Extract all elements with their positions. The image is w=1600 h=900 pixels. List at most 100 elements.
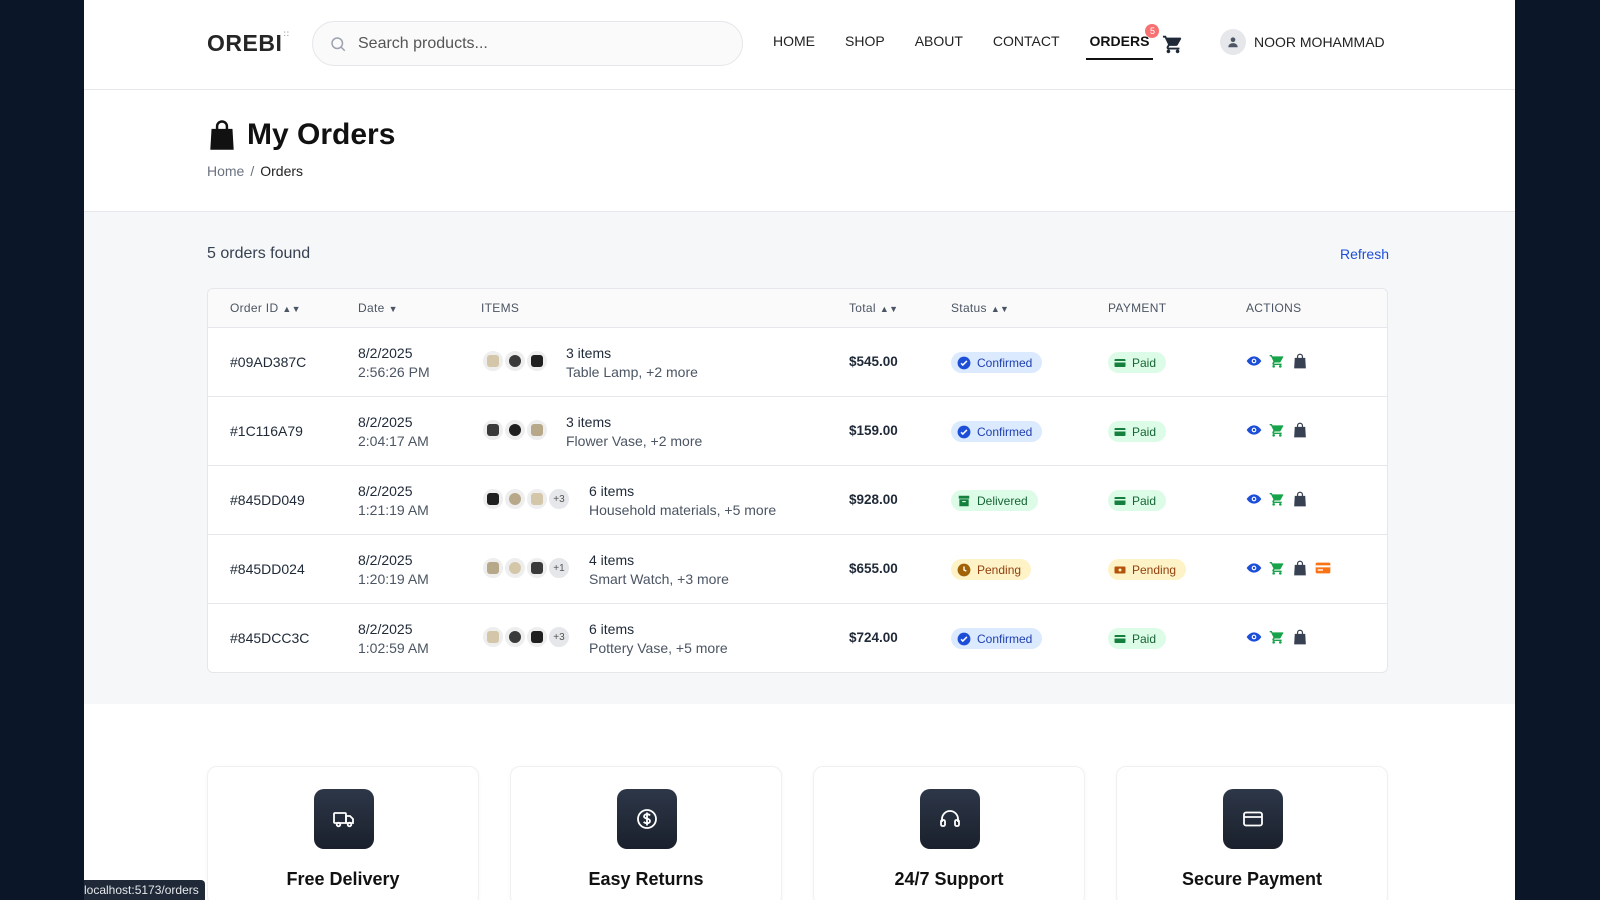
col-date[interactable]: Date ▼ xyxy=(358,301,398,315)
items-info: 6 items Household materials, +5 more xyxy=(589,482,776,520)
credit-card-icon xyxy=(1223,789,1283,849)
product-image xyxy=(531,355,543,367)
view-icon[interactable] xyxy=(1246,560,1262,576)
bag-icon[interactable] xyxy=(1292,422,1308,438)
search-input[interactable] xyxy=(358,30,728,58)
reorder-cart-icon[interactable] xyxy=(1269,422,1285,438)
user-name: NOOR MOHAMMAD xyxy=(1254,34,1385,50)
main-nav: HOME SHOP ABOUT CONTACT ORDERS 5 xyxy=(773,24,1179,60)
orders-count-badge: 5 xyxy=(1145,24,1160,38)
check-circle-icon xyxy=(957,356,971,370)
payment-text: Paid xyxy=(1132,424,1157,439)
check-circle-icon xyxy=(957,425,971,439)
pay-now-icon[interactable] xyxy=(1315,560,1331,576)
items-count: 6 items xyxy=(589,483,635,499)
order-id[interactable]: #09AD387C xyxy=(230,354,306,370)
nav-contact[interactable]: CONTACT xyxy=(993,33,1060,55)
reorder-cart-icon[interactable] xyxy=(1269,629,1285,645)
refresh-button[interactable]: Refresh xyxy=(1340,246,1389,262)
bag-icon[interactable] xyxy=(1292,353,1308,369)
sort-icon: ▲▼ xyxy=(990,304,1010,314)
truck-icon xyxy=(314,789,374,849)
sort-icon: ▲▼ xyxy=(282,304,301,314)
col-order-id[interactable]: Order ID ▲▼ xyxy=(230,301,301,315)
reorder-cart-icon[interactable] xyxy=(1269,491,1285,507)
product-image xyxy=(509,355,521,367)
product-image xyxy=(531,493,543,505)
search-bar xyxy=(312,21,743,66)
more-items-badge: +3 xyxy=(547,625,571,649)
credit-card-icon xyxy=(1114,357,1126,369)
items-description: Household materials, +5 more xyxy=(589,502,777,518)
status-text: Confirmed xyxy=(977,355,1033,370)
bag-icon[interactable] xyxy=(1292,491,1308,507)
product-thumbnail xyxy=(481,349,505,373)
col-status-label: Status xyxy=(951,301,987,315)
product-thumbnail xyxy=(525,625,549,649)
bag-icon[interactable] xyxy=(1292,629,1308,645)
product-image xyxy=(487,355,499,367)
payment-badge: Paid xyxy=(1108,352,1167,373)
order-id[interactable]: #845DD024 xyxy=(230,561,305,577)
payment-badge: Pending xyxy=(1108,559,1187,580)
order-id[interactable]: #1C116A79 xyxy=(230,423,303,439)
logo[interactable]: OREBI:: xyxy=(207,29,290,57)
order-date-day: 8/2/2025 xyxy=(358,345,413,361)
site-header: OREBI:: HOME SHOP ABOUT CONTACT ORDERS5 … xyxy=(84,0,1515,90)
row-actions xyxy=(1246,353,1308,369)
package-icon xyxy=(957,494,971,508)
row-actions xyxy=(1246,560,1331,576)
table-row: #1C116A79 8/2/2025 2:04:17 AM 3 items Flower… xyxy=(208,397,1387,466)
product-thumbnail xyxy=(503,556,527,580)
feature-title: Easy Returns xyxy=(588,869,704,889)
orders-table: Order ID ▲▼ Date ▼ ITEMS Total ▲▼ Status ▲▼ … xyxy=(207,288,1388,673)
view-icon[interactable] xyxy=(1246,629,1262,645)
order-date-time: 2:04:17 AM xyxy=(358,433,429,449)
view-icon[interactable] xyxy=(1246,491,1262,507)
nav-home[interactable]: HOME xyxy=(773,33,815,55)
product-thumbnail xyxy=(503,349,527,373)
items-info: 4 items Smart Watch, +3 more xyxy=(589,551,729,589)
items-info: 6 items Pottery Vase, +5 more xyxy=(589,620,728,658)
breadcrumb-separator: / xyxy=(250,163,255,179)
view-icon[interactable] xyxy=(1246,422,1262,438)
product-thumbnail xyxy=(481,418,505,442)
breadcrumb-home[interactable]: Home xyxy=(207,163,244,179)
order-id[interactable]: #845DCC3C xyxy=(230,630,309,646)
status-text: Confirmed xyxy=(977,631,1033,646)
cart-icon[interactable] xyxy=(1162,33,1184,55)
browser-status-url: localhost:5173/orders xyxy=(84,880,205,900)
breadcrumb-current: Orders xyxy=(260,163,304,179)
orders-count: 5 orders found xyxy=(207,245,311,262)
sort-desc-icon: ▼ xyxy=(388,304,398,314)
product-thumbnail xyxy=(525,556,549,580)
nav-about[interactable]: ABOUT xyxy=(915,33,963,55)
view-icon[interactable] xyxy=(1246,353,1262,369)
order-date-day: 8/2/2025 xyxy=(358,552,413,568)
feature-title: Free Delivery xyxy=(286,869,400,889)
reorder-cart-icon[interactable] xyxy=(1269,353,1285,369)
user-icon xyxy=(1228,37,1238,48)
bag-icon[interactable] xyxy=(1292,560,1308,576)
order-date-time: 1:02:59 AM xyxy=(358,640,429,656)
order-date: 8/2/2025 1:21:19 AM xyxy=(358,482,429,520)
money-icon xyxy=(1114,564,1126,576)
nav-shop[interactable]: SHOP xyxy=(845,33,885,55)
sort-icon: ▲▼ xyxy=(879,304,899,314)
user-menu[interactable]: NOOR MOHAMMAD xyxy=(1220,29,1385,55)
order-date: 8/2/2025 2:04:17 AM xyxy=(358,413,429,451)
product-image xyxy=(509,493,521,505)
order-date-time: 1:20:19 AM xyxy=(358,571,429,587)
reorder-cart-icon[interactable] xyxy=(1269,560,1285,576)
nav-orders[interactable]: ORDERS 5 xyxy=(1085,24,1160,60)
col-status[interactable]: Status ▲▼ xyxy=(951,301,1009,315)
status-badge: Confirmed xyxy=(951,628,1043,649)
col-total[interactable]: Total ▲▼ xyxy=(849,301,898,315)
product-thumbnail xyxy=(503,487,527,511)
order-id[interactable]: #845DD049 xyxy=(230,492,305,508)
row-actions xyxy=(1246,491,1308,507)
product-image xyxy=(487,424,499,436)
order-total: $655.00 xyxy=(849,561,898,576)
clock-icon xyxy=(957,563,971,577)
order-date-day: 8/2/2025 xyxy=(358,414,413,430)
